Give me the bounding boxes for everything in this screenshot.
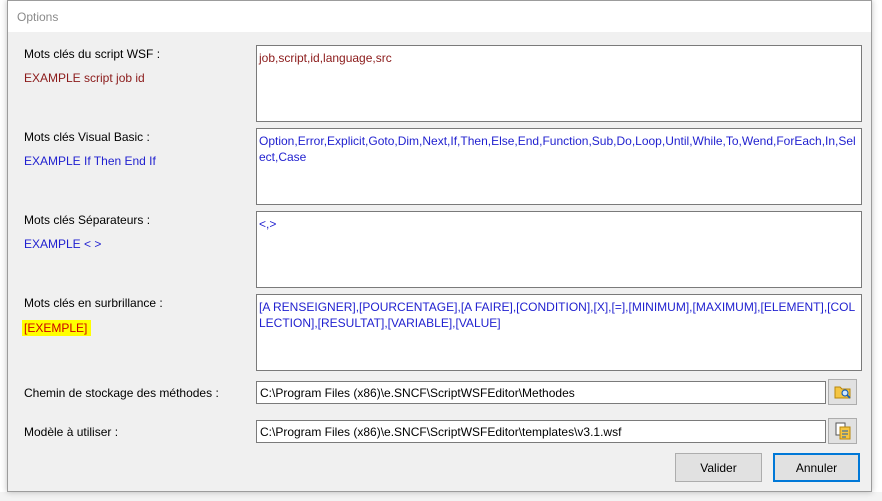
wsf-keywords-label: Mots clés du script WSF : bbox=[24, 47, 161, 61]
methods-path-input[interactable]: C:\Program Files (x86)\e.SNCF\ScriptWSFE… bbox=[256, 381, 826, 404]
methods-path-label: Chemin de stockage des méthodes : bbox=[24, 386, 219, 400]
validate-button[interactable]: Valider bbox=[675, 453, 762, 482]
folder-search-icon bbox=[834, 386, 851, 399]
separator-keywords-textarea[interactable]: <,> bbox=[256, 211, 862, 288]
methods-path-browse-button[interactable] bbox=[828, 379, 857, 405]
wsf-keywords-textarea[interactable]: job,script,id,language,src bbox=[256, 45, 862, 122]
separator-keywords-example: EXAMPLE < > bbox=[24, 237, 102, 251]
vb-keywords-textarea[interactable]: Option,Error,Explicit,Goto,Dim,Next,If,T… bbox=[256, 128, 862, 205]
separator-keywords-label: Mots clés Séparateurs : bbox=[24, 213, 151, 227]
template-label: Modèle à utiliser : bbox=[24, 425, 119, 439]
template-input[interactable]: C:\Program Files (x86)\e.SNCF\ScriptWSFE… bbox=[256, 420, 826, 443]
vb-keywords-label: Mots clés Visual Basic : bbox=[24, 130, 150, 144]
template-browse-button[interactable] bbox=[828, 418, 857, 444]
cancel-button[interactable]: Annuler bbox=[773, 453, 860, 482]
vb-keywords-example: EXAMPLE If Then End If bbox=[24, 154, 156, 168]
dialog-titlebar: Options bbox=[8, 1, 871, 32]
highlight-keywords-label: Mots clés en surbrillance : bbox=[24, 296, 163, 310]
background-editor-scrollbar bbox=[0, 492, 882, 501]
file-open-icon bbox=[835, 422, 850, 440]
highlight-keywords-example: [EXEMPLE] bbox=[22, 320, 92, 336]
dialog-title: Options bbox=[17, 10, 59, 24]
wsf-keywords-example: EXAMPLE script job id bbox=[24, 71, 145, 85]
options-dialog: Options Mots clés du script WSF : EXAMPL… bbox=[7, 0, 872, 492]
highlight-keywords-textarea[interactable]: [A RENSEIGNER],[POURCENTAGE],[A FAIRE],[… bbox=[256, 294, 862, 371]
